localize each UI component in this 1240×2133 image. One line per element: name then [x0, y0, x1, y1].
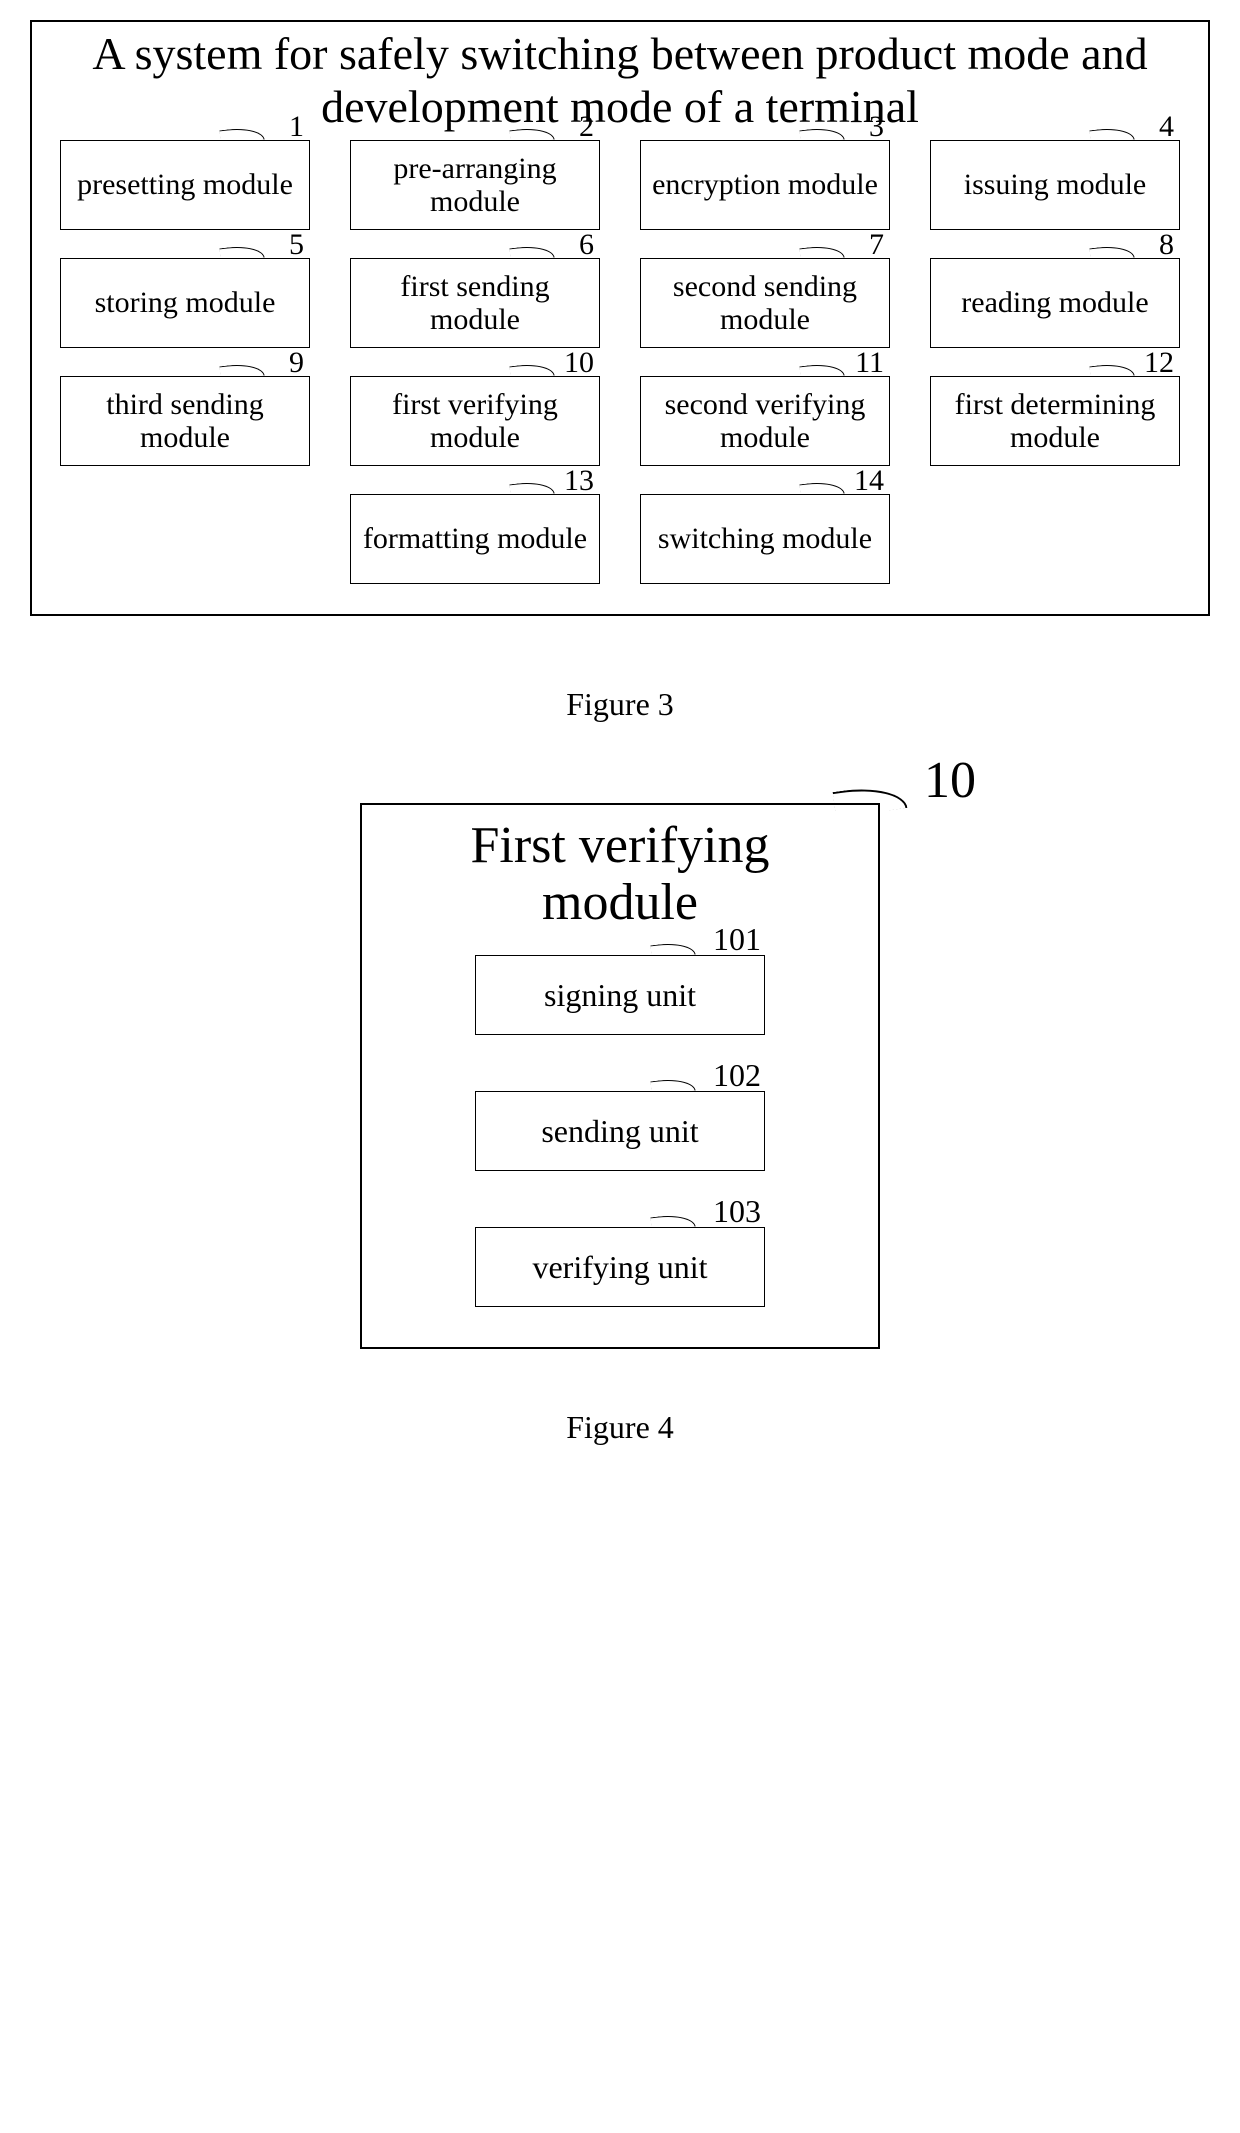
module-ref: 1	[289, 110, 304, 144]
module-ref: 2	[579, 110, 594, 144]
module-box: first sending module	[350, 258, 600, 348]
unit-sending: 102 sending unit	[475, 1091, 765, 1171]
unit-ref: 103	[713, 1193, 761, 1230]
module-ref: 7	[869, 228, 884, 262]
figure4-ref: 10	[924, 751, 976, 810]
module-box: second verifying module	[640, 376, 890, 466]
unit-signing: 101 signing unit	[475, 955, 765, 1035]
module-ref: 11	[855, 346, 884, 380]
figure3-module-grid: 1 presetting module 2 pre-arranging modu…	[52, 140, 1188, 584]
module-issuing: 4 issuing module	[930, 140, 1180, 230]
module-ref: 8	[1159, 228, 1174, 262]
module-box: presetting module	[60, 140, 310, 230]
leader-arc	[833, 782, 908, 818]
module-first-sending: 6 first sending module	[350, 258, 600, 348]
figure4-first-verifying-module-box: First verifying module 101 signing unit …	[360, 803, 880, 1349]
module-box: formatting module	[350, 494, 600, 584]
unit-ref: 101	[713, 921, 761, 958]
unit-label: signing unit	[544, 977, 696, 1014]
figure3-system-box: A system for safely switching between pr…	[30, 20, 1210, 616]
module-box: switching module	[640, 494, 890, 584]
module-third-sending: 9 third sending module	[60, 376, 310, 466]
module-ref: 12	[1144, 346, 1174, 380]
module-formatting: 13 formatting module	[350, 494, 600, 584]
unit-box: signing unit	[475, 955, 765, 1035]
figure4-caption: Figure 4	[30, 1409, 1210, 1446]
module-label: first sending module	[359, 270, 591, 336]
unit-box: sending unit	[475, 1091, 765, 1171]
module-label: encryption module	[652, 168, 878, 201]
unit-label: verifying unit	[532, 1249, 707, 1286]
figure3-title: A system for safely switching between pr…	[52, 22, 1188, 136]
module-label: second sending module	[649, 270, 881, 336]
module-label: first determining module	[939, 388, 1171, 454]
module-label: formatting module	[363, 522, 587, 555]
module-ref: 10	[564, 346, 594, 380]
unit-verifying: 103 verifying unit	[475, 1227, 765, 1307]
module-box: encryption module	[640, 140, 890, 230]
module-label: first verifying module	[359, 388, 591, 454]
module-box: reading module	[930, 258, 1180, 348]
module-label: switching module	[658, 522, 872, 555]
module-switching: 14 switching module	[640, 494, 890, 584]
module-label: second verifying module	[649, 388, 881, 454]
module-storing: 5 storing module	[60, 258, 310, 348]
module-label: presetting module	[77, 168, 293, 201]
module-ref: 14	[854, 464, 884, 498]
unit-label: sending unit	[541, 1113, 698, 1150]
module-reading: 8 reading module	[930, 258, 1180, 348]
figure3-last-row: 13 formatting module 14 switching module	[52, 494, 1188, 584]
module-ref: 6	[579, 228, 594, 262]
module-label: pre-arranging module	[359, 152, 591, 218]
module-ref: 5	[289, 228, 304, 262]
module-ref: 13	[564, 464, 594, 498]
module-ref: 9	[289, 346, 304, 380]
module-box: first determining module	[930, 376, 1180, 466]
figure4-wrap: 10 First verifying module 101 signing un…	[360, 803, 880, 1349]
module-label: issuing module	[964, 168, 1147, 201]
module-box: first verifying module	[350, 376, 600, 466]
module-label: third sending module	[69, 388, 301, 454]
module-box: pre-arranging module	[350, 140, 600, 230]
module-box: second sending module	[640, 258, 890, 348]
module-box: third sending module	[60, 376, 310, 466]
module-second-verifying: 11 second verifying module	[640, 376, 890, 466]
module-pre-arranging: 2 pre-arranging module	[350, 140, 600, 230]
module-first-determining: 12 first determining module	[930, 376, 1180, 466]
unit-box: verifying unit	[475, 1227, 765, 1307]
module-second-sending: 7 second sending module	[640, 258, 890, 348]
module-ref: 3	[869, 110, 884, 144]
module-label: reading module	[961, 286, 1148, 319]
module-encryption: 3 encryption module	[640, 140, 890, 230]
module-first-verifying: 10 first verifying module	[350, 376, 600, 466]
figure3-caption: Figure 3	[30, 686, 1210, 723]
module-label: storing module	[95, 286, 276, 319]
module-ref: 4	[1159, 110, 1174, 144]
unit-ref: 102	[713, 1057, 761, 1094]
module-box: issuing module	[930, 140, 1180, 230]
module-presetting: 1 presetting module	[60, 140, 310, 230]
module-box: storing module	[60, 258, 310, 348]
figure4-title: First verifying module	[392, 817, 848, 931]
